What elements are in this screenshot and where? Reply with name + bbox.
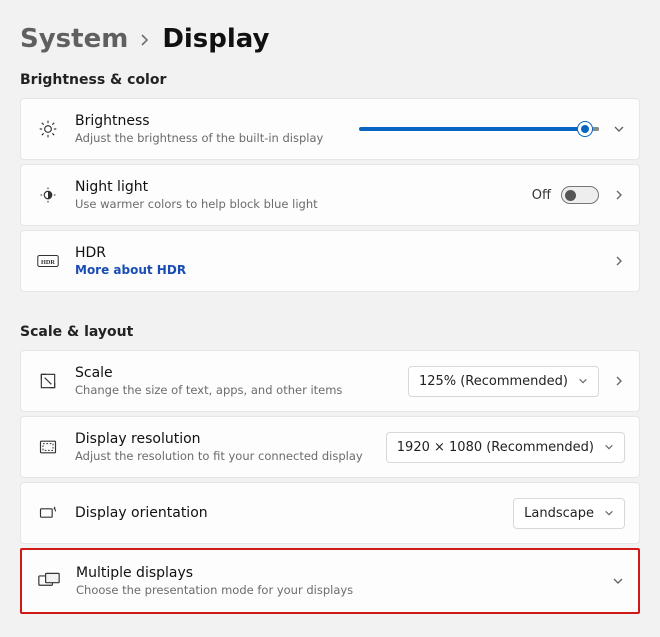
orientation-dropdown[interactable]: Landscape <box>513 498 625 529</box>
hdr-row[interactable]: HDR HDR More about HDR <box>20 230 640 292</box>
toggle-knob <box>565 190 576 201</box>
multiple-displays-title: Multiple displays <box>76 565 598 581</box>
multiple-displays-subtitle: Choose the presentation mode for your di… <box>76 583 598 597</box>
scale-dropdown[interactable]: 125% (Recommended) <box>408 366 599 397</box>
night-light-icon <box>35 185 61 205</box>
section-header-scale-layout: Scale & layout <box>20 324 640 340</box>
scale-title: Scale <box>75 365 394 381</box>
chevron-right-icon[interactable] <box>613 375 625 387</box>
chevron-right-icon[interactable] <box>613 189 625 201</box>
hdr-title: HDR <box>75 245 599 261</box>
hdr-icon: HDR <box>35 254 61 268</box>
chevron-down-icon <box>578 376 588 386</box>
resolution-value: 1920 × 1080 (Recommended) <box>397 440 594 455</box>
slider-thumb[interactable] <box>578 122 592 136</box>
page-title: Display <box>162 24 269 54</box>
resolution-dropdown[interactable]: 1920 × 1080 (Recommended) <box>386 432 625 463</box>
orientation-value: Landscape <box>524 506 594 521</box>
chevron-down-icon <box>604 442 614 452</box>
section-header-brightness-color: Brightness & color <box>20 72 640 88</box>
orientation-row[interactable]: Display orientation Landscape <box>20 482 640 544</box>
night-light-subtitle: Use warmer colors to help block blue lig… <box>75 197 518 211</box>
breadcrumb-parent[interactable]: System <box>20 24 128 54</box>
orientation-icon <box>35 503 61 523</box>
multiple-displays-row[interactable]: Multiple displays Choose the presentatio… <box>22 550 638 612</box>
chevron-right-icon <box>140 33 150 47</box>
resolution-icon <box>35 437 61 457</box>
breadcrumb: System Display <box>20 24 640 54</box>
brightness-row[interactable]: Brightness Adjust the brightness of the … <box>20 98 640 160</box>
scale-subtitle: Change the size of text, apps, and other… <box>75 383 394 397</box>
multiple-displays-highlight: Multiple displays Choose the presentatio… <box>20 548 640 614</box>
svg-text:HDR: HDR <box>41 259 55 266</box>
scale-row[interactable]: Scale Change the size of text, apps, and… <box>20 350 640 412</box>
brightness-slider[interactable] <box>359 127 599 131</box>
hdr-more-link[interactable]: More about HDR <box>75 263 599 277</box>
resolution-row[interactable]: Display resolution Adjust the resolution… <box>20 416 640 478</box>
chevron-down-icon[interactable] <box>613 123 625 135</box>
resolution-title: Display resolution <box>75 431 372 447</box>
brightness-icon <box>35 119 61 139</box>
brightness-subtitle: Adjust the brightness of the built-in di… <box>75 131 345 145</box>
multiple-displays-icon <box>36 572 62 590</box>
brightness-title: Brightness <box>75 113 345 129</box>
chevron-down-icon <box>604 508 614 518</box>
orientation-title: Display orientation <box>75 505 499 521</box>
night-light-title: Night light <box>75 179 518 195</box>
resolution-subtitle: Adjust the resolution to fit your connec… <box>75 449 372 463</box>
chevron-down-icon[interactable] <box>612 575 624 587</box>
chevron-right-icon[interactable] <box>613 255 625 267</box>
night-light-toggle[interactable] <box>561 186 599 204</box>
scale-value: 125% (Recommended) <box>419 374 568 389</box>
night-light-state-label: Off <box>532 188 551 203</box>
scale-icon <box>35 371 61 391</box>
night-light-row[interactable]: Night light Use warmer colors to help bl… <box>20 164 640 226</box>
